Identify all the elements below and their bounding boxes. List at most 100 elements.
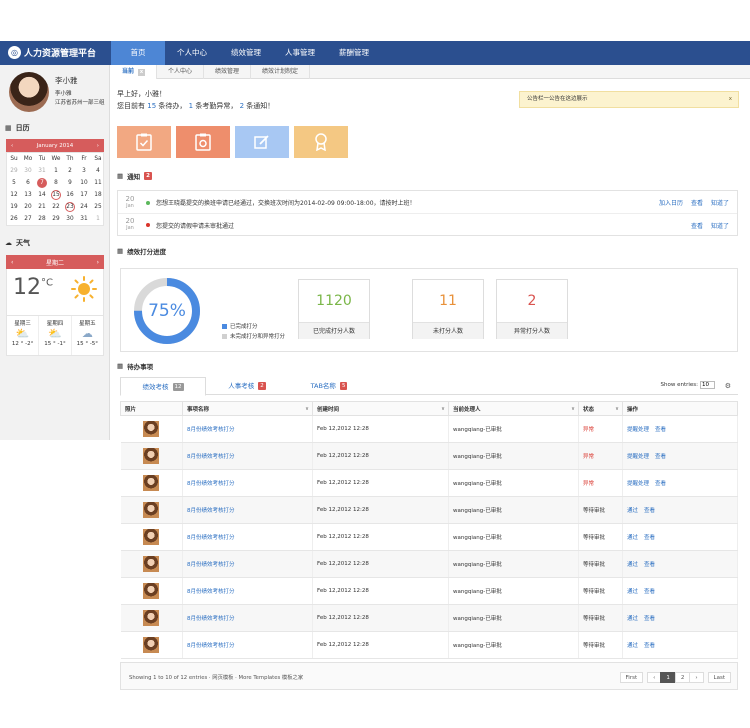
calendar-day[interactable]: 9 [63,177,77,189]
page-button[interactable]: ‹ [647,672,662,683]
nav-performance[interactable]: 绩效管理 [219,41,273,65]
approve-link[interactable]: 通过 [627,643,638,649]
task-name-link[interactable]: 8月份绩效考核打分 [187,616,235,622]
tab-performance[interactable]: 绩效管理 [204,65,252,79]
calendar-prev-button[interactable]: ‹ [11,143,13,149]
calendar-day[interactable]: 29 [7,165,21,177]
calendar-day[interactable]: 20 [21,201,35,213]
show-entries-input[interactable] [700,381,715,389]
approve-link[interactable]: 通过 [627,508,638,514]
calendar-day[interactable]: 15 [49,189,63,201]
calendar-day[interactable]: 21 [35,201,49,213]
nav-hr[interactable]: 人事管理 [273,41,327,65]
page-button[interactable]: 2 [674,672,691,683]
calendar-day[interactable]: 7 [35,177,49,189]
calendar-day[interactable]: 2 [63,165,77,177]
column-header[interactable]: 状态 ∨ [578,401,623,416]
nav-personal-center[interactable]: 个人中心 [165,41,219,65]
view-link[interactable]: 查看 [655,481,666,487]
tile-clipboard-gear[interactable] [176,126,230,158]
task-name-link[interactable]: 8月份绩效考核打分 [187,562,235,568]
view-link[interactable]: 查看 [655,427,666,433]
gear-icon[interactable]: ⚙ [725,382,731,390]
tile-clipboard-check[interactable] [117,126,171,158]
calendar-day[interactable]: 17 [77,189,91,201]
view-link[interactable]: 查看 [644,616,655,622]
calendar-day[interactable]: 30 [63,213,77,225]
abnormal-count[interactable]: 1 [189,102,193,110]
avatar[interactable] [9,72,49,112]
tab-personal-center[interactable]: 个人中心 [157,65,205,79]
page-button[interactable]: Last [707,672,731,683]
stat-completed[interactable]: 1120 已完成打分人数 [298,279,370,339]
weather-next-button[interactable]: › [97,259,99,266]
calendar-day[interactable]: 11 [91,177,105,189]
task-name-link[interactable]: 8月份绩效考核打分 [187,454,235,460]
view-link[interactable]: 查看 [644,643,655,649]
task-name-link[interactable]: 8月份绩效考核打分 [187,481,235,487]
nav-home[interactable]: 首页 [111,41,165,65]
task-name-link[interactable]: 8月份绩效考核打分 [187,427,235,433]
calendar-day[interactable]: 29 [49,213,63,225]
calendar-day[interactable]: 24 [77,201,91,213]
column-header[interactable]: 事项名称 ∨ [182,401,313,416]
calendar-day[interactable]: 16 [63,189,77,201]
remind-link[interactable]: 提醒处理 [627,427,649,433]
calendar-day[interactable]: 18 [91,189,105,201]
task-name-link[interactable]: 8月份绩效考核打分 [187,643,235,649]
tab-performance-plan[interactable]: 绩效计划制定 [251,65,311,79]
remind-link[interactable]: 提醒处理 [627,481,649,487]
approve-link[interactable]: 通过 [627,589,638,595]
tab-performance-review[interactable]: 绩效考核 12 [120,377,206,396]
calendar-day[interactable]: 31 [35,165,49,177]
add-to-calendar-link[interactable]: 加入日历 [659,198,683,207]
tab-current[interactable]: 当前 x [111,65,158,79]
page-button[interactable]: 1 [660,672,676,683]
stat-abnormal[interactable]: 2 异常打分人数 [496,279,568,339]
task-name-link[interactable]: 8月份绩效考核打分 [187,535,235,541]
calendar-day[interactable]: 25 [91,201,105,213]
stat-unscored[interactable]: 11 未打分人数 [412,279,484,339]
weather-prev-button[interactable]: ‹ [11,259,13,266]
column-header[interactable]: 当前处理人 ∨ [448,401,579,416]
calendar-day[interactable]: 12 [7,189,21,201]
calendar-day[interactable]: 31 [77,213,91,225]
announcement-close-button[interactable]: x [729,92,732,107]
calendar-day[interactable]: 13 [21,189,35,201]
task-name-link[interactable]: 8月份绩效考核打分 [187,508,235,514]
approve-link[interactable]: 通过 [627,535,638,541]
calendar-day[interactable]: 6 [21,177,35,189]
nav-salary[interactable]: 薪酬管理 [327,41,381,65]
task-name-link[interactable]: 8月份绩效考核打分 [187,589,235,595]
tile-award[interactable] [294,126,348,158]
calendar-day[interactable]: 1 [49,165,63,177]
calendar-day[interactable]: 26 [7,213,21,225]
dismiss-link[interactable]: 知道了 [711,198,729,207]
approve-link[interactable]: 通过 [627,616,638,622]
page-button[interactable]: › [689,672,704,683]
calendar-day[interactable]: 22 [49,201,63,213]
remind-link[interactable]: 提醒处理 [627,454,649,460]
calendar-day[interactable]: 5 [7,177,21,189]
view-link[interactable]: 查看 [691,198,703,207]
calendar-day[interactable]: 4 [91,165,105,177]
calendar-day[interactable]: 19 [7,201,21,213]
tab-generic[interactable]: TAB名称 5 [288,377,370,395]
approve-link[interactable]: 通过 [627,562,638,568]
calendar-day[interactable]: 23 [63,201,77,213]
calendar-day[interactable]: 27 [21,213,35,225]
view-link[interactable]: 查看 [644,535,655,541]
calendar-day[interactable]: 1 [91,213,105,225]
page-button[interactable]: First [619,672,644,683]
task-count[interactable]: 15 [147,102,156,110]
tile-edit[interactable] [235,126,289,158]
calendar-day[interactable]: 3 [77,165,91,177]
dismiss-link[interactable]: 知道了 [711,221,729,230]
tab-hr-review[interactable]: 人事考核 2 [206,377,288,395]
view-link[interactable]: 查看 [644,589,655,595]
calendar-day[interactable]: 30 [21,165,35,177]
calendar-day[interactable]: 14 [35,189,49,201]
notice-count[interactable]: 2 [240,102,244,110]
close-icon[interactable]: x [138,68,146,76]
view-link[interactable]: 查看 [655,454,666,460]
